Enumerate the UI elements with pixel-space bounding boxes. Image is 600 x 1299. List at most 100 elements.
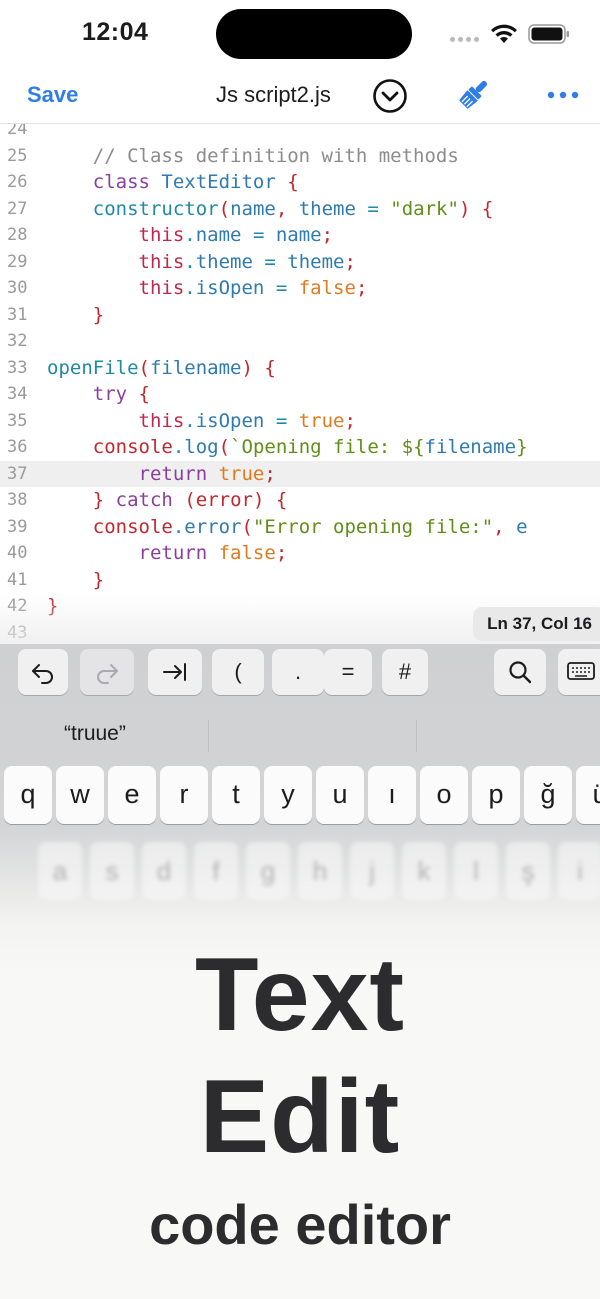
more-options-icon[interactable] [547, 90, 579, 100]
code-text: return false; [138, 542, 288, 564]
code-text: console.log(`Opening file: ${filename} [92, 436, 528, 458]
line-number: 35 [7, 410, 28, 431]
key-i[interactable]: i [558, 842, 600, 900]
code-text: class TextEditor { [92, 171, 299, 193]
key-g[interactable]: g [246, 842, 290, 900]
undo-icon [32, 664, 53, 684]
key-l[interactable]: l [454, 842, 498, 900]
key-r[interactable]: r [160, 766, 208, 824]
chevron-down-circle-icon[interactable] [372, 78, 408, 114]
code-text: try { [92, 383, 150, 405]
code-line[interactable]: 39 console.error("Error opening file:", … [0, 514, 600, 541]
insert-hash-key[interactable]: # [382, 649, 428, 695]
key-h[interactable]: h [298, 842, 342, 900]
promo-title-line2: Edit [199, 1059, 401, 1175]
line-number: 33 [7, 357, 28, 378]
key-t[interactable]: t [212, 766, 260, 824]
key-q[interactable]: q [4, 766, 52, 824]
dynamic-island [216, 9, 412, 59]
key-ğ[interactable]: ğ [524, 766, 572, 824]
code-text: } catch (error) { [92, 489, 288, 511]
code-text: console.error("Error opening file:", e [92, 515, 528, 538]
status-bar: 12:04 [0, 0, 600, 66]
line-number: 40 [7, 543, 28, 563]
key-ü[interactable]: ü [576, 766, 600, 824]
line-number: 32 [7, 331, 28, 351]
redo-button[interactable] [80, 649, 134, 695]
code-text: openFile(filename) { [47, 356, 276, 379]
code-line[interactable]: 37 return true; [0, 460, 600, 487]
dismiss-keyboard-button[interactable] [558, 649, 600, 695]
key-ı[interactable]: ı [368, 766, 416, 824]
line-number: 30 [7, 278, 28, 298]
redo-icon [97, 664, 118, 684]
code-editor[interactable]: 24 25 // Class definition with methods 26 … [0, 124, 600, 644]
code-line[interactable]: 33 openFile(filename) { [0, 355, 600, 382]
line-number: 41 [7, 569, 28, 590]
nav-bar: Save Js script2.js [0, 66, 600, 124]
code-line[interactable]: 31 } [0, 302, 600, 329]
insert-dot-key[interactable]: . [272, 649, 324, 695]
status-time: 12:04 [82, 18, 149, 46]
code-line[interactable]: 40 return false; [0, 540, 600, 567]
search-icon [509, 661, 532, 684]
code-line[interactable]: 27 constructor(name, theme = "dark") { [0, 196, 600, 223]
undo-button[interactable] [18, 649, 68, 695]
key-u[interactable]: u [316, 766, 364, 824]
insert-paren-key[interactable]: ( [212, 649, 264, 695]
code-line[interactable]: 32 [0, 328, 600, 355]
save-button[interactable]: Save [27, 82, 78, 108]
key-o[interactable]: o [420, 766, 468, 824]
key-y[interactable]: y [264, 766, 312, 824]
keyboard-area: ( . = # “truue” qwertyuıopğü asdfghjklşi [0, 644, 600, 974]
promo-subtitle: code editor [149, 1193, 451, 1256]
line-number: 36 [7, 437, 28, 457]
wifi-icon [491, 24, 517, 43]
promo-title-line1: Text [194, 937, 406, 1053]
key-a[interactable]: a [38, 842, 82, 900]
file-title[interactable]: Js script2.js [216, 82, 331, 108]
code-line[interactable]: 25 // Class definition with methods [0, 143, 600, 170]
code-line[interactable]: 34 try { [0, 381, 600, 408]
key-ş[interactable]: ş [506, 842, 550, 900]
code-line[interactable]: 41 } [0, 567, 600, 594]
key-f[interactable]: f [194, 842, 238, 900]
line-number: 39 [7, 516, 28, 537]
autocorrect-suggestion[interactable]: “truue” [64, 722, 126, 746]
code-text: this.name = name; [138, 224, 334, 246]
code-line[interactable]: 36 console.log(`Opening file: ${filename… [0, 434, 600, 461]
key-s[interactable]: s [90, 842, 134, 900]
line-number: 25 [7, 145, 28, 166]
key-e[interactable]: e [108, 766, 156, 824]
code-text: // Class definition with methods [92, 144, 459, 167]
key-p[interactable]: p [472, 766, 520, 824]
key-w[interactable]: w [56, 766, 104, 824]
code-text: this.theme = theme; [138, 250, 356, 273]
key-j[interactable]: j [350, 842, 394, 900]
code-line[interactable]: 26 class TextEditor { [0, 169, 600, 196]
code-line[interactable]: 38 } catch (error) { [0, 487, 600, 514]
key-k[interactable]: k [402, 842, 446, 900]
code-line[interactable]: 29 this.theme = theme; [0, 249, 600, 276]
line-number: 28 [7, 225, 28, 245]
code-text: this.isOpen = true; [138, 409, 356, 432]
search-button[interactable] [494, 649, 546, 695]
paintbrush-icon[interactable] [456, 76, 492, 112]
code-line[interactable]: 35 this.isOpen = true; [0, 408, 600, 435]
cursor-position-badge: Ln 37, Col 16 [473, 607, 600, 641]
line-number: 27 [7, 198, 28, 219]
indent-icon [163, 663, 186, 681]
keyboard-icon [567, 662, 595, 680]
line-number: 34 [7, 384, 28, 404]
code-line[interactable]: 24 [0, 124, 600, 143]
line-number: 38 [7, 490, 28, 510]
insert-equals-key[interactable]: = [324, 649, 372, 695]
code-text: this.isOpen = false; [138, 277, 368, 299]
code-line[interactable]: 28 this.name = name; [0, 222, 600, 249]
indent-button[interactable] [148, 649, 202, 695]
key-d[interactable]: d [142, 842, 186, 900]
code-line[interactable]: 30 this.isOpen = false; [0, 275, 600, 302]
code-text: } [92, 303, 105, 326]
line-number: 29 [7, 251, 28, 272]
line-number: 24 [7, 124, 28, 139]
